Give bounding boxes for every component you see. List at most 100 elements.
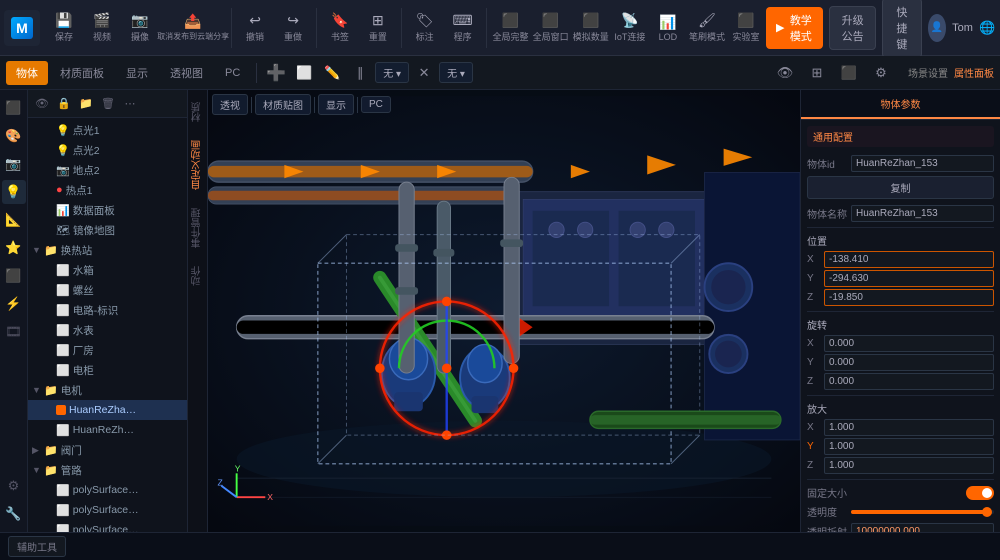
- copy-button[interactable]: 复制: [807, 176, 994, 199]
- rot-x-row: X 0.000: [807, 335, 994, 352]
- scale-x-value[interactable]: 1.000: [824, 419, 994, 436]
- tree-item-watermeter[interactable]: ⬜ 水表: [28, 320, 187, 340]
- tree-item-shuixiang[interactable]: ⬜ 水箱: [28, 260, 187, 280]
- tree-item-light1[interactable]: 💡 点光1: [28, 120, 187, 140]
- rot-z-value[interactable]: 0.000: [824, 373, 994, 390]
- sidebar-item-camera[interactable]: 📷: [2, 152, 26, 176]
- scale-y-value[interactable]: 1.000: [824, 438, 994, 455]
- tree-item-cabinet[interactable]: ⬜ 电柜: [28, 360, 187, 380]
- vtab-autoani[interactable]: 自定义动画: [187, 132, 208, 198]
- tree-item-light2[interactable]: 💡 点光2: [28, 140, 187, 160]
- tree-item-poly3[interactable]: ⬜ polySurface…: [28, 520, 187, 532]
- tree-item-huanrezhu2[interactable]: ⬜ HuanReZh…: [28, 420, 187, 440]
- tab-xianshi[interactable]: 显示: [116, 61, 158, 85]
- tree-item-huanzhan[interactable]: ▼ 📁 换热站: [28, 240, 187, 260]
- tree-item-huanrezhan153[interactable]: HuanReZha…: [28, 400, 187, 420]
- tab-wuti[interactable]: 物体: [6, 61, 48, 85]
- vp-show-toggle[interactable]: 显示: [318, 94, 354, 115]
- fullscene-button[interactable]: ⬛ 全局完整: [491, 9, 529, 46]
- tree-item-hotspot[interactable]: ● 热点1: [28, 180, 187, 200]
- tree-item-motor[interactable]: ▼ 📁 电机: [28, 380, 187, 400]
- tree-item-valve[interactable]: ▶ 📁 阀门: [28, 440, 187, 460]
- tree-eye-btn[interactable]: 👁: [32, 94, 52, 114]
- snap-dropdown[interactable]: 无 ▾: [375, 62, 409, 83]
- pos-x-value[interactable]: -138.410: [824, 251, 994, 268]
- sidebar-item-event[interactable]: ⚡: [2, 292, 26, 316]
- sidebar-item-effects[interactable]: ⭐: [2, 236, 26, 260]
- tree-folder-btn[interactable]: 📁: [76, 94, 96, 114]
- globe-icon[interactable]: 🌐: [979, 15, 996, 41]
- tree-item-luoson[interactable]: ⬜ 螺丝: [28, 280, 187, 300]
- sidebar-item-light[interactable]: 💡: [2, 180, 26, 204]
- sidebar-item-material[interactable]: 🎨: [2, 124, 26, 148]
- brush-button[interactable]: 🖌 笔刷模式: [688, 9, 726, 46]
- tab-pc[interactable]: PC: [215, 63, 250, 83]
- upgrade-button[interactable]: 升级公告: [829, 6, 876, 50]
- tree-item-poly1[interactable]: ⬜ polySurface…: [28, 480, 187, 500]
- tab-tougushi[interactable]: 透视图: [160, 61, 213, 85]
- fullwindow-button[interactable]: ⬛ 全局窗口: [532, 9, 570, 46]
- sidebar-item-geometry[interactable]: 📐: [2, 208, 26, 232]
- undo-button[interactable]: ↩ 撤销: [237, 9, 273, 46]
- rptab-general[interactable]: 物体参数: [801, 90, 1000, 119]
- tree-item-workshop[interactable]: ⬜ 厂房: [28, 340, 187, 360]
- rot-y-value[interactable]: 0.000: [824, 354, 994, 371]
- pos-z-value[interactable]: -19.850: [824, 289, 994, 306]
- assist-tools-btn[interactable]: 辅助工具: [8, 536, 66, 557]
- vtab-action[interactable]: 动作: [187, 258, 208, 294]
- tree-item-datapanel[interactable]: 📊 数据面板: [28, 200, 187, 220]
- close-tool-btn[interactable]: ✕: [411, 60, 437, 86]
- opacity-thumb[interactable]: [982, 507, 992, 517]
- sidebar-item-2dcomp[interactable]: ⬛: [2, 264, 26, 288]
- sidebar-item-modellib[interactable]: ⬛: [2, 96, 26, 120]
- save-button[interactable]: 💾 保存: [46, 9, 82, 46]
- tree-delete-btn[interactable]: 🗑: [98, 94, 118, 114]
- scale-z-value[interactable]: 1.000: [824, 457, 994, 474]
- publish-button[interactable]: 📤 取消发布到云端分享: [160, 10, 226, 45]
- eye-icon[interactable]: 👁: [772, 60, 798, 86]
- vp-nanxie[interactable]: PC: [361, 96, 391, 113]
- quickstart-button[interactable]: 快捷键: [882, 0, 922, 58]
- tree-item-ditu2[interactable]: 📷 地点2: [28, 160, 187, 180]
- sidebar-item-settings[interactable]: ⚙: [2, 474, 26, 498]
- iot-button[interactable]: 📡 IoT连接: [612, 9, 648, 46]
- bookmark-button[interactable]: 🔖 书签: [322, 9, 358, 46]
- tree-item-mirrormap[interactable]: 🗺 镜像地图: [28, 220, 187, 240]
- program-button[interactable]: ⌨ 程序: [445, 9, 481, 46]
- tab-caizhi[interactable]: 材质面板: [50, 61, 114, 85]
- tree-more-btn[interactable]: ⋯: [120, 94, 140, 114]
- pos-y-value[interactable]: -294.630: [824, 270, 994, 287]
- grid-icon[interactable]: ⊞: [804, 60, 830, 86]
- fixed-size-toggle[interactable]: [966, 486, 994, 500]
- circuit-icon: ⬜: [56, 304, 70, 317]
- vtab-eventmgr[interactable]: 事件管理: [187, 200, 208, 256]
- vtab-material[interactable]: 材质: [187, 94, 208, 130]
- config-icon[interactable]: ⚙: [868, 60, 894, 86]
- sidebar-item-tools[interactable]: 🔧: [2, 502, 26, 526]
- filter-dropdown[interactable]: 无 ▾: [439, 62, 473, 83]
- tree-item-circuit[interactable]: ⬜ 电路-标识: [28, 300, 187, 320]
- modelpop-button[interactable]: ⬛ 模拟数量: [572, 9, 610, 46]
- lod-button[interactable]: 📊 LOD: [650, 11, 686, 45]
- video-button[interactable]: 🎬 视频: [84, 9, 120, 46]
- align-tool-btn[interactable]: ∥: [347, 60, 373, 86]
- tree-item-pipeline[interactable]: ▼ 📁 管路: [28, 460, 187, 480]
- lab-button[interactable]: ⬛ 实验室: [728, 9, 764, 46]
- viewport-3d[interactable]: X Y Z 透视 材质贴图 显示 PC: [208, 90, 800, 532]
- vp-mode-perspective[interactable]: 透视: [212, 94, 248, 115]
- label-button[interactable]: 🏷 标注: [407, 9, 443, 46]
- pencil-tool-btn[interactable]: ✏️: [319, 60, 345, 86]
- render-icon[interactable]: ⬛: [836, 60, 862, 86]
- redo-button[interactable]: ↪ 重做: [275, 9, 311, 46]
- capture-button[interactable]: 📷 摄像: [122, 9, 158, 46]
- sidebar-item-anim[interactable]: 🎞: [2, 320, 26, 344]
- add-tool-btn[interactable]: ➕: [263, 60, 289, 86]
- rot-x-value[interactable]: 0.000: [824, 335, 994, 352]
- vp-shading-lit[interactable]: 材质贴图: [255, 94, 311, 115]
- select-tool-btn[interactable]: ⬜: [291, 60, 317, 86]
- tree-lock-btn[interactable]: 🔒: [54, 94, 74, 114]
- tutorial-button[interactable]: ▶ 教学模式: [766, 7, 823, 49]
- reset-button[interactable]: ⊞ 重置: [360, 9, 396, 46]
- tree-item-poly2[interactable]: ⬜ polySurface…: [28, 500, 187, 520]
- opacity-slider[interactable]: [851, 510, 994, 514]
